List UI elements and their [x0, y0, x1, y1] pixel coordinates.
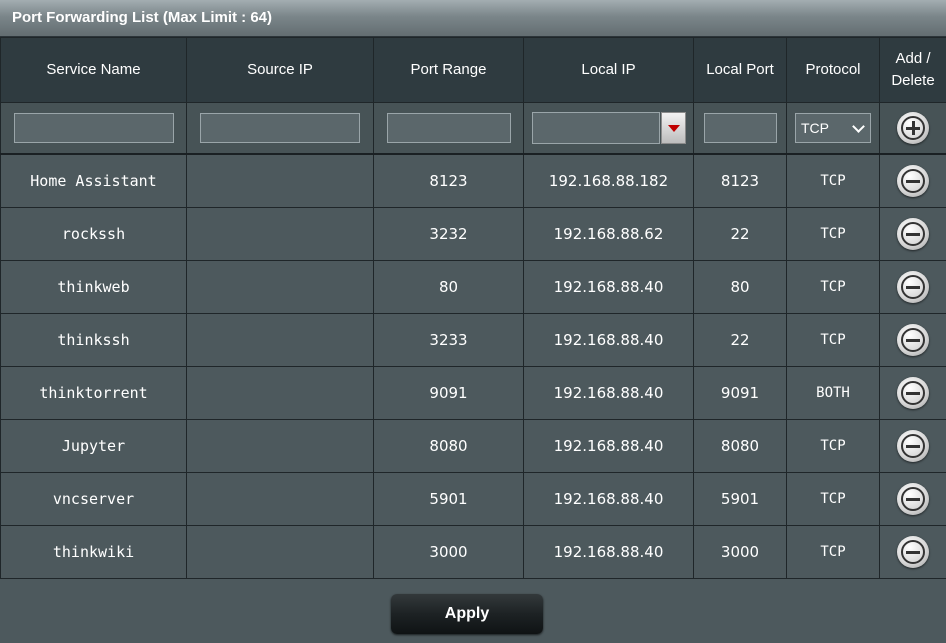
cell-service-name: vncserver — [0, 472, 187, 526]
cell-port-range: 80 — [373, 260, 524, 314]
cell-source-ip — [186, 366, 374, 420]
table-row: vncserver 5901 192.168.88.40 5901 TCP — [0, 472, 946, 526]
cell-protocol: TCP — [786, 207, 880, 261]
panel-title: Port Forwarding List (Max Limit : 64) — [0, 0, 946, 37]
cell-local-port: 22 — [693, 207, 787, 261]
table-row: thinkweb 80 192.168.88.40 80 TCP — [0, 260, 946, 314]
cell-port-range: 3233 — [373, 313, 524, 367]
cell-local-ip: 192.168.88.40 — [523, 419, 694, 473]
local-ip-combobox — [531, 112, 686, 144]
delete-rule-button[interactable] — [897, 483, 929, 515]
cell-source-ip — [186, 313, 374, 367]
delete-rule-button[interactable] — [897, 271, 929, 303]
cell-source-ip — [186, 153, 374, 208]
cell-source-ip — [186, 525, 374, 579]
column-header-service-name: Service Name — [0, 37, 187, 103]
cell-service-name: thinkssh — [0, 313, 187, 367]
cell-local-port: 3000 — [693, 525, 787, 579]
table-row: Home Assistant 8123 192.168.88.182 8123 TCP — [0, 153, 946, 208]
cell-local-ip: 192.168.88.62 — [523, 207, 694, 261]
port-forwarding-table: Service Name Source IP Port Range Local … — [0, 37, 946, 579]
add-rule-button[interactable] — [897, 112, 929, 144]
local-port-input[interactable] — [703, 113, 777, 143]
protocol-select[interactable]: TCP — [795, 113, 871, 143]
cell-port-range: 3000 — [373, 525, 524, 579]
cell-protocol: TCP — [786, 313, 880, 367]
cell-protocol: TCP — [786, 419, 880, 473]
table-row: thinkssh 3233 192.168.88.40 22 TCP — [0, 313, 946, 367]
apply-button[interactable]: Apply — [391, 594, 543, 634]
cell-service-name: thinktorrent — [0, 366, 187, 420]
cell-port-range: 8123 — [373, 153, 524, 208]
cell-port-range: 3232 — [373, 207, 524, 261]
cell-service-name: thinkwiki — [0, 525, 187, 579]
cell-service-name: rockssh — [0, 207, 187, 261]
delete-rule-button[interactable] — [897, 377, 929, 409]
cell-protocol: TCP — [786, 260, 880, 314]
cell-port-range: 5901 — [373, 472, 524, 526]
delete-rule-button[interactable] — [897, 165, 929, 197]
table-row: thinkwiki 3000 192.168.88.40 3000 TCP — [0, 525, 946, 579]
cell-local-ip: 192.168.88.40 — [523, 260, 694, 314]
column-header-add-delete: Add / Delete — [879, 37, 946, 103]
protocol-select-value: TCP — [801, 120, 829, 136]
cell-port-range: 8080 — [373, 419, 524, 473]
cell-source-ip — [186, 260, 374, 314]
cell-protocol: TCP — [786, 472, 880, 526]
add-delete-label-line1: Add / — [895, 50, 931, 67]
service-name-input[interactable] — [13, 113, 174, 143]
table-row: Jupyter 8080 192.168.88.40 8080 TCP — [0, 419, 946, 473]
column-header-source-ip: Source IP — [186, 37, 374, 103]
rules-list: Home Assistant 8123 192.168.88.182 8123 TCP r… — [0, 153, 946, 579]
cell-local-ip: 192.168.88.40 — [523, 525, 694, 579]
footer-bar: Apply — [0, 583, 946, 643]
column-header-port-range: Port Range — [373, 37, 524, 103]
port-forwarding-panel: Port Forwarding List (Max Limit : 64) Se… — [0, 0, 946, 643]
cell-source-ip — [186, 207, 374, 261]
table-row: rockssh 3232 192.168.88.62 22 TCP — [0, 207, 946, 261]
cell-service-name: Jupyter — [0, 419, 187, 473]
cell-local-port: 8123 — [693, 153, 787, 208]
cell-protocol: BOTH — [786, 366, 880, 420]
add-delete-label-line2: Delete — [891, 72, 935, 89]
cell-local-port: 80 — [693, 260, 787, 314]
column-header-protocol: Protocol — [786, 37, 880, 103]
port-range-input[interactable] — [386, 113, 511, 143]
cell-local-port: 8080 — [693, 419, 787, 473]
local-ip-dropdown-button[interactable] — [660, 112, 686, 144]
cell-port-range: 9091 — [373, 366, 524, 420]
cell-service-name: Home Assistant — [0, 153, 187, 208]
cell-local-port: 5901 — [693, 472, 787, 526]
cell-source-ip — [186, 419, 374, 473]
cell-local-ip: 192.168.88.40 — [523, 313, 694, 367]
cell-source-ip — [186, 472, 374, 526]
column-header-local-port: Local Port — [693, 37, 787, 103]
new-rule-row: TCP — [0, 102, 946, 155]
delete-rule-button[interactable] — [897, 430, 929, 462]
delete-rule-button[interactable] — [897, 218, 929, 250]
cell-local-port: 9091 — [693, 366, 787, 420]
cell-protocol: TCP — [786, 525, 880, 579]
cell-local-ip: 192.168.88.182 — [523, 153, 694, 208]
cell-service-name: thinkweb — [0, 260, 187, 314]
local-ip-input[interactable] — [531, 112, 660, 144]
column-header-local-ip: Local IP — [523, 37, 694, 103]
delete-rule-button[interactable] — [897, 324, 929, 356]
table-header-row: Service Name Source IP Port Range Local … — [0, 37, 946, 103]
cell-local-ip: 192.168.88.40 — [523, 472, 694, 526]
dropdown-triangle-icon — [667, 125, 680, 132]
delete-rule-button[interactable] — [897, 536, 929, 568]
cell-local-port: 22 — [693, 313, 787, 367]
source-ip-input[interactable] — [200, 113, 360, 143]
cell-protocol: TCP — [786, 153, 880, 208]
cell-local-ip: 192.168.88.40 — [523, 366, 694, 420]
chevron-down-icon — [852, 120, 865, 133]
table-row: thinktorrent 9091 192.168.88.40 9091 BOTH — [0, 366, 946, 420]
